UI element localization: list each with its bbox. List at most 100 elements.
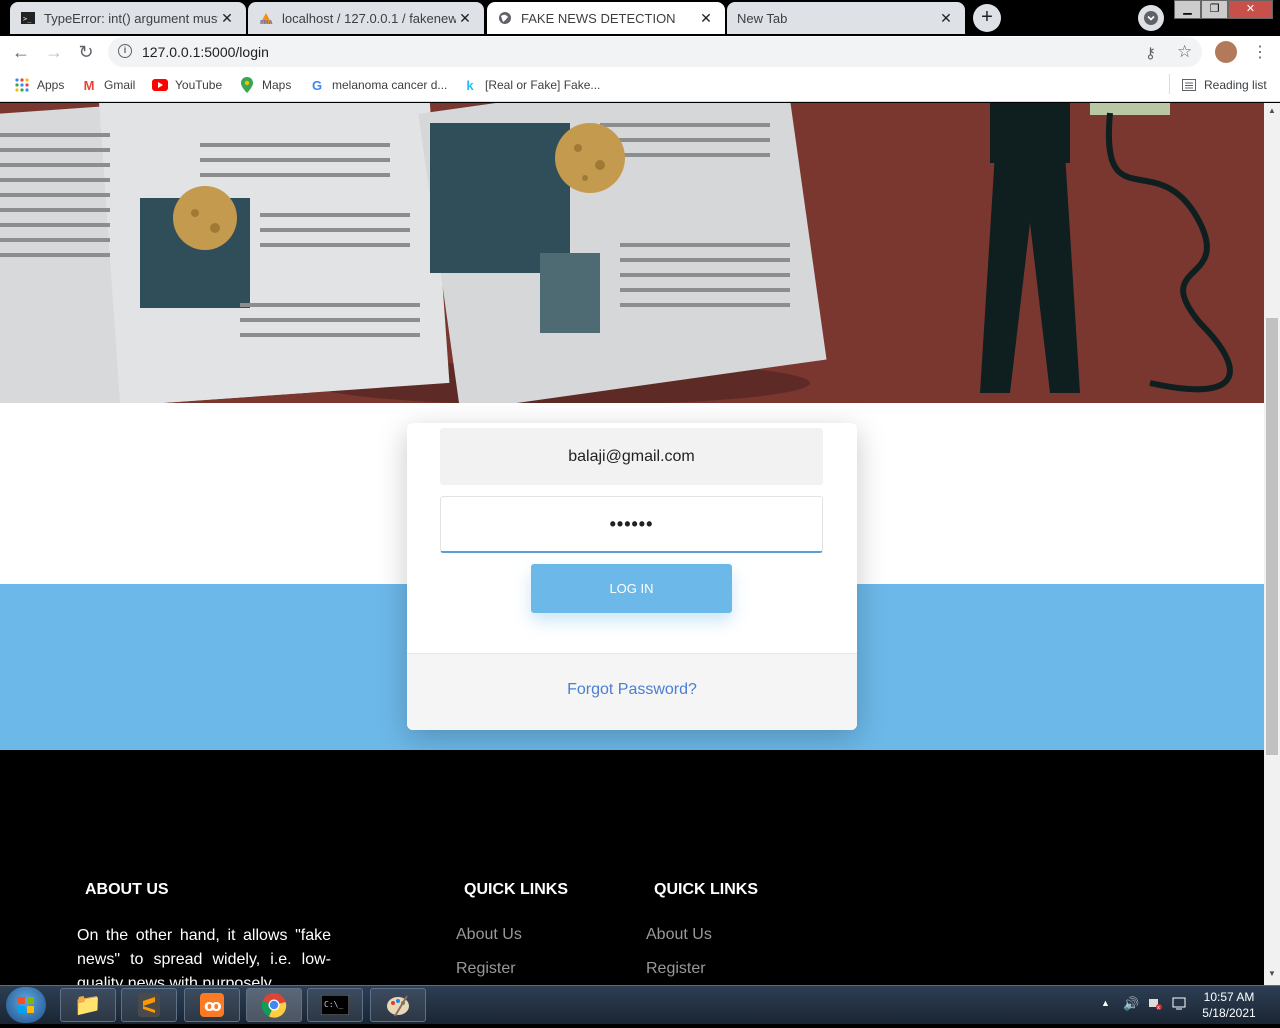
- close-window-button[interactable]: ✕: [1228, 0, 1273, 19]
- tab-search-button[interactable]: [1138, 5, 1164, 31]
- bookmark-label: [Real or Fake] Fake...: [485, 78, 601, 92]
- info-icon[interactable]: i: [118, 44, 132, 58]
- chrome-taskbar-button[interactable]: [246, 988, 302, 1022]
- page-viewport: •••••• LOG IN Forgot Password?: [0, 103, 1264, 985]
- bookmark-label: YouTube: [175, 78, 223, 92]
- key-icon[interactable]: ⚷: [1145, 44, 1156, 62]
- bookmark-kaggle[interactable]: k [Real or Fake] Fake...: [462, 77, 600, 93]
- password-field[interactable]: ••••••: [440, 496, 823, 553]
- paint-taskbar-button[interactable]: [370, 988, 426, 1022]
- login-button[interactable]: LOG IN: [531, 564, 732, 613]
- tab-phpmyadmin[interactable]: PMA localhost / 127.0.0.1 / fakenews / u…: [248, 2, 484, 34]
- quick-links-heading-2: QUICK LINKS: [654, 881, 758, 898]
- kaggle-icon: k: [466, 77, 474, 93]
- login-card: •••••• LOG IN Forgot Password?: [407, 423, 857, 730]
- page-scrollbar[interactable]: ▲ ▼: [1264, 103, 1280, 985]
- clock-time: 10:57 AM: [1203, 990, 1255, 1004]
- close-icon[interactable]: ✕: [218, 10, 236, 27]
- login-card-footer: Forgot Password?: [407, 653, 857, 730]
- chrome-icon: [261, 993, 287, 1018]
- forgot-password-link[interactable]: Forgot Password?: [407, 681, 857, 699]
- start-button[interactable]: [6, 987, 46, 1023]
- paint-palette-icon: [387, 995, 409, 1017]
- minimize-button[interactable]: ▁: [1174, 0, 1201, 19]
- svg-text:C:\_: C:\_: [324, 1000, 343, 1009]
- bookmark-gmail[interactable]: M Gmail: [81, 77, 136, 93]
- bookmark-label: melanoma cancer d...: [332, 78, 448, 92]
- reading-list-button[interactable]: Reading list: [1181, 77, 1267, 93]
- bookmark-melanoma[interactable]: G melanoma cancer d...: [309, 77, 447, 93]
- scroll-down-icon[interactable]: ▼: [1268, 969, 1276, 978]
- address-bar[interactable]: [108, 37, 1202, 67]
- clock-date: 5/18/2021: [1202, 1006, 1256, 1020]
- show-hidden-icons-icon[interactable]: ▲: [1101, 998, 1110, 1008]
- speaker-icon[interactable]: 🔊: [1123, 996, 1139, 1012]
- network-error-icon[interactable]: x: [1148, 996, 1162, 1011]
- avatar[interactable]: [1215, 41, 1237, 63]
- email-field[interactable]: [440, 428, 823, 485]
- reload-icon[interactable]: ↻: [74, 40, 98, 64]
- bookmark-youtube[interactable]: YouTube: [152, 77, 222, 93]
- reading-list-icon: [1181, 77, 1197, 93]
- footer-link-register[interactable]: Register: [646, 960, 706, 978]
- svg-text:>_: >_: [23, 15, 32, 23]
- bookmark-divider: [1169, 74, 1170, 94]
- menu-icon[interactable]: ⋮: [1252, 42, 1268, 62]
- footer-link-about-us[interactable]: About Us: [456, 926, 522, 944]
- cmd-taskbar-button[interactable]: C:\_: [307, 988, 363, 1022]
- close-icon[interactable]: ✕: [456, 10, 474, 27]
- windows-logo-icon: [18, 997, 34, 1013]
- sublime-text-icon: [138, 993, 160, 1017]
- tab-title: New Tab: [737, 10, 788, 26]
- bookmark-label: Maps: [262, 78, 292, 92]
- new-tab-button[interactable]: +: [973, 4, 1001, 32]
- svg-text:x: x: [1157, 1005, 1160, 1010]
- action-center-icon[interactable]: [1172, 996, 1186, 1010]
- close-icon[interactable]: ✕: [937, 10, 955, 27]
- svg-text:PMA: PMA: [260, 20, 273, 25]
- apps-grid-icon: [14, 77, 30, 93]
- reading-list-label: Reading list: [1204, 78, 1267, 92]
- tab-title: localhost / 127.0.0.1 / fakenews / users: [282, 10, 456, 26]
- command-prompt-icon: C:\_: [321, 995, 349, 1015]
- bookmark-label: Apps: [37, 78, 65, 92]
- xampp-taskbar-button[interactable]: ꝏ: [184, 988, 240, 1022]
- explorer-taskbar-button[interactable]: 📁: [60, 988, 116, 1022]
- tab-typeerror[interactable]: >_ TypeError: int() argument must be a s…: [10, 2, 246, 34]
- terminal-icon: >_: [20, 10, 36, 26]
- tab-fake-news-detection[interactable]: FAKE NEWS DETECTION ✕: [487, 2, 725, 34]
- tab-title: FAKE NEWS DETECTION: [521, 10, 676, 26]
- back-icon[interactable]: ←: [9, 40, 33, 64]
- scroll-up-icon[interactable]: ▲: [1268, 106, 1276, 115]
- close-icon[interactable]: ✕: [697, 10, 715, 27]
- maximize-button[interactable]: ❐: [1201, 0, 1228, 19]
- tab-new-tab[interactable]: New Tab ✕: [727, 2, 965, 34]
- scrollbar-thumb[interactable]: [1266, 318, 1278, 755]
- globe-icon: [497, 10, 513, 26]
- quick-links-heading-1: QUICK LINKS: [464, 881, 568, 898]
- chevron-down-icon: [1144, 11, 1158, 25]
- bookmark-maps[interactable]: Maps: [239, 77, 291, 93]
- taskbar-clock[interactable]: 10:57 AM 5/18/2021: [1196, 989, 1262, 1021]
- tab-title: TypeError: int() argument must be a stri…: [44, 10, 218, 26]
- newspaper-virus-illustration: [0, 103, 1264, 403]
- svg-text:ꝏ: ꝏ: [204, 996, 222, 1015]
- about-us-heading: ABOUT US: [85, 881, 169, 898]
- hero-illustration: [0, 103, 1264, 403]
- bookmark-apps[interactable]: Apps: [14, 77, 64, 93]
- google-icon: G: [311, 77, 323, 93]
- footer-link-register[interactable]: Register: [456, 960, 516, 978]
- folder-icon: 📁: [74, 992, 102, 1017]
- phpmyadmin-icon: PMA: [258, 10, 274, 26]
- sublime-taskbar-button[interactable]: [121, 988, 177, 1022]
- star-icon[interactable]: ☆: [1177, 42, 1192, 62]
- maps-pin-icon: [239, 77, 255, 93]
- footer-link-about-us[interactable]: About Us: [646, 926, 712, 944]
- youtube-icon: [152, 77, 168, 93]
- forward-icon[interactable]: →: [42, 40, 66, 64]
- gmail-icon: M: [83, 77, 95, 93]
- url-text[interactable]: 127.0.0.1:5000/login: [142, 44, 269, 60]
- about-us-text: On the other hand, it allows "fake news"…: [77, 927, 331, 985]
- bookmark-label: Gmail: [104, 78, 136, 92]
- xampp-icon: ꝏ: [200, 993, 224, 1017]
